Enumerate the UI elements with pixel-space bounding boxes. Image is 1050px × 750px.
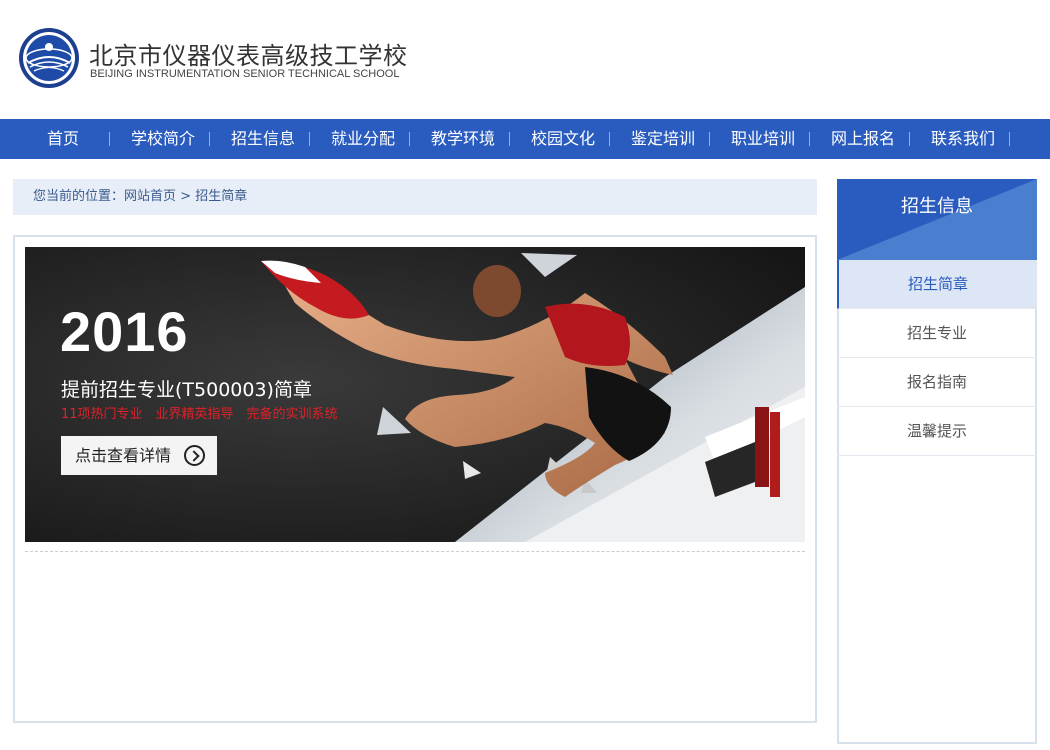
nav-divider (809, 132, 810, 146)
article-panel: 2016 提前招生专业(T500003)简章 11项热门专业 业界精英指导 完备… (13, 235, 817, 723)
banner-title: 提前招生专业(T500003)简章 (61, 379, 312, 401)
nav-item-contact[interactable]: 联系我们 (913, 119, 1013, 159)
breadcrumb-prefix: 您当前的位置： (33, 189, 125, 204)
nav-divider (109, 132, 110, 146)
view-details-label: 点击查看详情 (75, 446, 172, 465)
breadcrumb-current: 招生简章 (195, 189, 248, 204)
nav-divider (609, 132, 610, 146)
nav-divider (709, 132, 710, 146)
breadcrumb-separator: > (176, 189, 196, 204)
school-emblem-icon[interactable] (18, 27, 80, 89)
nav-divider (509, 132, 510, 146)
breadcrumb: 您当前的位置：网站首页 > 招生简章 (13, 179, 817, 215)
nav-item-home[interactable]: 首页 (13, 119, 113, 159)
admissions-banner[interactable]: 2016 提前招生专业(T500003)简章 11项热门专业 业界精英指导 完备… (25, 247, 805, 542)
school-name-cn: 北京市仪器仪表高级技工学校 (89, 42, 408, 70)
main-nav: 首页 学校简介 招生信息 就业分配 教学环境 校园文化 鉴定培训 职业培训 网上… (0, 119, 1050, 159)
nav-item-employment[interactable]: 就业分配 (313, 119, 413, 159)
breadcrumb-home-link[interactable]: 网站首页 (124, 189, 176, 204)
content-divider (25, 551, 805, 552)
sidebar-title: 招生信息 (901, 196, 973, 217)
nav-item-admissions[interactable]: 招生信息 (213, 119, 313, 159)
banner-subtitle: 11项热门专业 业界精英指导 完备的实训系统 (61, 407, 338, 422)
nav-item-online-registration[interactable]: 网上报名 (813, 119, 913, 159)
sidebar-header: 招生信息 (837, 179, 1037, 260)
circle-arrow-right-icon (184, 445, 205, 466)
nav-divider (1009, 132, 1010, 146)
nav-item-vocational-training[interactable]: 职业培训 (713, 119, 813, 159)
nav-item-teaching[interactable]: 教学环境 (413, 119, 513, 159)
view-details-button[interactable]: 点击查看详情 (61, 436, 217, 475)
sidebar-item-majors[interactable]: 招生专业 (837, 309, 1037, 358)
banner-year: 2016 (60, 300, 189, 363)
nav-divider (409, 132, 410, 146)
nav-item-campus-culture[interactable]: 校园文化 (513, 119, 613, 159)
sidebar-item-registration-guide[interactable]: 报名指南 (837, 358, 1037, 407)
nav-item-about[interactable]: 学校简介 (113, 119, 213, 159)
sidebar-item-admission-guide[interactable]: 招生简章 (837, 260, 1037, 309)
school-name-en: BEIJING INSTRUMENTATION SENIOR TECHNICAL… (90, 68, 400, 80)
sidebar-item-tips[interactable]: 温馨提示 (837, 407, 1037, 456)
nav-divider (909, 132, 910, 146)
nav-item-certification[interactable]: 鉴定培训 (613, 119, 713, 159)
site-header: 北京市仪器仪表高级技工学校 BEIJING INSTRUMENTATION SE… (0, 0, 1050, 119)
sidebar: 招生信息 招生简章 招生专业 报名指南 温馨提示 (837, 179, 1037, 744)
nav-divider (209, 132, 210, 146)
nav-divider (309, 132, 310, 146)
